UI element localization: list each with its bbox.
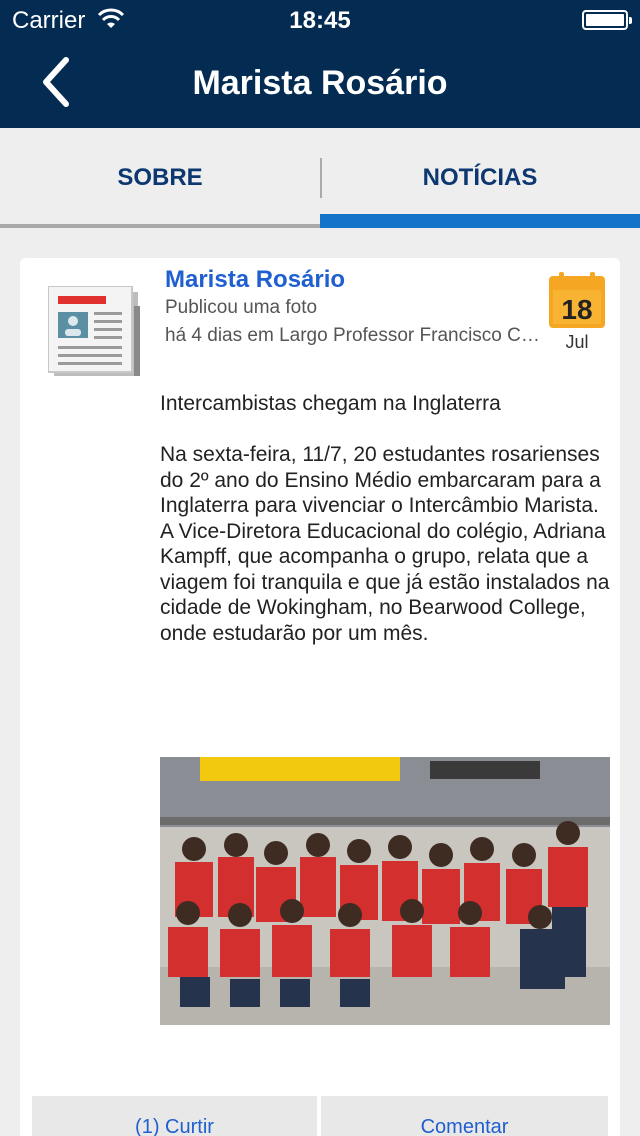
post-action: Publicou uma foto: [165, 297, 318, 318]
calendar-month: Jul: [565, 332, 589, 352]
comment-button[interactable]: Comentar: [321, 1096, 608, 1136]
tab-label: SOBRE: [117, 164, 203, 191]
calendar-day: 18: [561, 294, 593, 325]
post-headline: Intercambistas chegam na Inglaterra: [160, 392, 501, 415]
post-body: Na sexta-feira, 11/7, 20 estudantes rosa…: [160, 443, 610, 645]
news-card: Marista Rosário Publicou uma foto há 4 d…: [20, 258, 620, 1136]
active-tab-indicator: [320, 214, 640, 228]
calendar-icon: 18: [549, 272, 605, 328]
post-photo[interactable]: [160, 757, 610, 1025]
post-meta: há 4 dias em Largo Professor Francisco C…: [165, 325, 540, 346]
tab-label: NOTÍCIAS: [422, 164, 538, 191]
like-label: (1) Curtir: [135, 1116, 214, 1136]
status-time: 18:45: [289, 7, 351, 34]
post-author-link[interactable]: Marista Rosário: [165, 266, 345, 294]
tab-bar: SOBRE NOTÍCIAS: [0, 128, 640, 228]
nav-bar: Marista Rosário: [0, 40, 640, 128]
status-bar: Carrier 18:45: [0, 0, 640, 40]
tab-underline: [0, 224, 320, 228]
tab-noticias[interactable]: NOTÍCIAS: [320, 128, 640, 228]
comment-label: Comentar: [420, 1116, 509, 1136]
like-button[interactable]: (1) Curtir: [32, 1096, 317, 1136]
page-title: Marista Rosário: [192, 64, 448, 102]
battery-icon: [582, 10, 632, 30]
newspaper-icon: [48, 286, 140, 376]
tab-sobre[interactable]: SOBRE: [0, 128, 320, 228]
